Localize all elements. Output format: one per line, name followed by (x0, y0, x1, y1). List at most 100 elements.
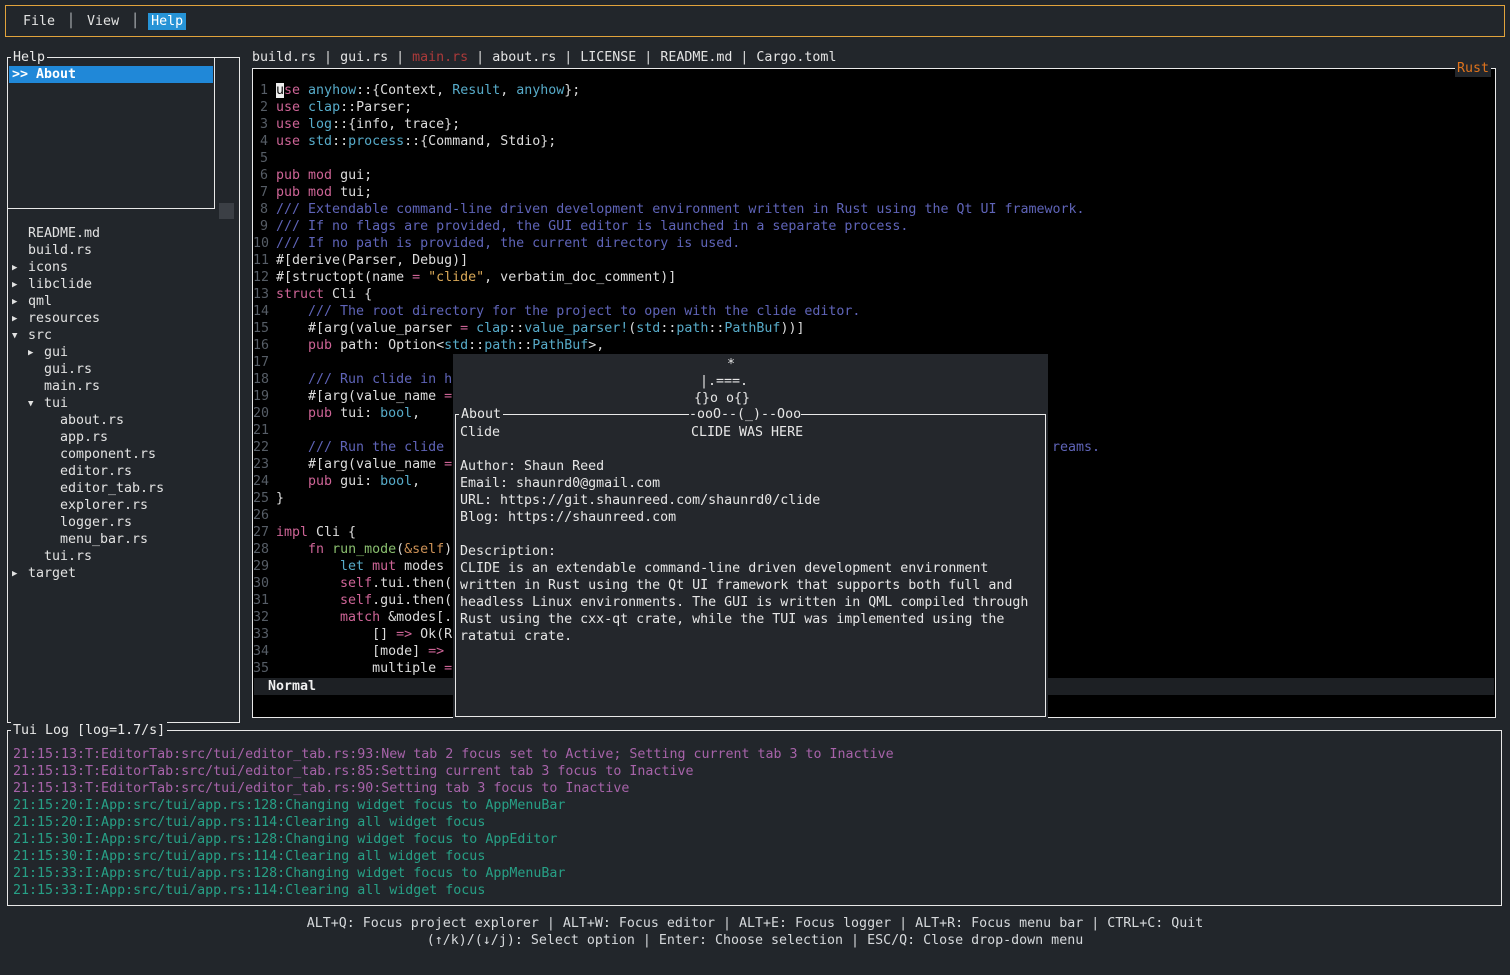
menu-item-file[interactable]: File (20, 13, 58, 30)
code-token (324, 542, 332, 557)
code-token: Ok(R (412, 627, 452, 642)
code-token: match (340, 610, 380, 625)
line-number: 9 (253, 218, 268, 235)
code-line-2[interactable]: 2use clap::Parser; (253, 99, 1495, 116)
code-token (300, 185, 308, 200)
code-token: path (676, 321, 708, 336)
code-line-4[interactable]: 4use std::process::{Command, Stdio}; (253, 133, 1495, 150)
code-line-10[interactable]: 10/// If no path is provided, the curren… (253, 235, 1495, 252)
line-number: 7 (253, 184, 268, 201)
tree-item-icons[interactable]: ▶icons (12, 259, 68, 276)
tab-main.rs[interactable]: main.rs (412, 50, 468, 65)
log-entry: 21:15:30:I:App:src/tui/app.rs:128:Changi… (13, 831, 557, 848)
log-entry: 21:15:20:I:App:src/tui/app.rs:114:Cleari… (13, 814, 485, 831)
tab-separator: | (324, 50, 332, 65)
tree-item-explorer-rs[interactable]: explorer.rs (60, 497, 148, 514)
code-line-14[interactable]: 14 /// The root directory for the projec… (253, 303, 1495, 320)
line-number: 30 (253, 575, 268, 592)
help-menu-item-about[interactable]: >> About (9, 66, 213, 83)
tree-item-tui-rs[interactable]: tui.rs (44, 548, 92, 565)
code-token: clap (308, 100, 340, 115)
tree-item-libclide[interactable]: ▶libclide (12, 276, 92, 293)
tree-item-resources[interactable]: ▶resources (12, 310, 100, 327)
line-number: 18 (253, 371, 268, 388)
chevron-down-icon: ▼ (28, 396, 44, 413)
code-token: :: (332, 134, 348, 149)
chevron-right-icon: ▶ (12, 260, 28, 277)
tab-about.rs[interactable]: about.rs (492, 50, 556, 65)
tree-item-gui-rs[interactable]: gui.rs (44, 361, 92, 378)
code-line-8[interactable]: 8/// Extendable command-line driven deve… (253, 201, 1495, 218)
tree-item-gui[interactable]: ▶gui (28, 344, 68, 361)
code-token: tui: (332, 406, 380, 421)
code-line-6[interactable]: 6pub mod gui; (253, 167, 1495, 184)
code-line-9[interactable]: 9/// If no flags are provided, the GUI e… (253, 218, 1495, 235)
code-line-7[interactable]: 7pub mod tui; (253, 184, 1495, 201)
code-token: struct (276, 287, 324, 302)
tree-item-label: about.rs (60, 413, 124, 428)
code-token: value_parser! (524, 321, 628, 336)
tree-item-build-rs[interactable]: build.rs (28, 242, 92, 259)
code-line-1[interactable]: 1use anyhow::{Context, Result, anyhow}; (253, 82, 1495, 99)
tree-item-label: editor.rs (60, 464, 132, 479)
tree-item-main-rs[interactable]: main.rs (44, 378, 100, 395)
code-token (364, 559, 372, 574)
code-token: self (340, 593, 372, 608)
line-number: 26 (253, 507, 268, 524)
tab-gui.rs[interactable]: gui.rs (340, 50, 388, 65)
tree-item-src[interactable]: ▼src (12, 327, 52, 344)
code-line-15[interactable]: 15 #[arg(value_parser = clap::value_pars… (253, 320, 1495, 337)
tree-item-editor-tab-rs[interactable]: editor_tab.rs (60, 480, 164, 497)
tree-item-menu-bar-rs[interactable]: menu_bar.rs (60, 531, 148, 548)
tab-cargo.toml[interactable]: Cargo.toml (756, 50, 836, 65)
tree-item-label: logger.rs (60, 515, 132, 530)
tab-readme.md[interactable]: README.md (660, 50, 732, 65)
code-token: , verbatim_doc_comment)] (484, 270, 676, 285)
tree-item-about-rs[interactable]: about.rs (60, 412, 124, 429)
tree-item-tui[interactable]: ▼tui (28, 395, 68, 412)
code-token: "clide" (428, 270, 484, 285)
menu-item-help[interactable]: Help (148, 13, 186, 30)
line-number: 6 (253, 167, 268, 184)
code-token: >, (588, 338, 604, 353)
tree-item-logger-rs[interactable]: logger.rs (60, 514, 132, 531)
code-line-16[interactable]: 16 pub path: Option<std::path::PathBuf>, (253, 337, 1495, 354)
about-body-line: ratatui crate. (460, 628, 572, 645)
code-token: [mode] (276, 644, 428, 659)
code-line-12[interactable]: 12#[structopt(name = "clide", verbatim_d… (253, 269, 1495, 286)
code-token: , (412, 474, 420, 489)
code-token: ( (396, 542, 404, 557)
about-body-line: URL: https://git.shaunreed.com/shaunrd0/… (460, 492, 820, 509)
tab-separator: | (396, 50, 404, 65)
code-line-13[interactable]: 13struct Cli { (253, 286, 1495, 303)
tab-license[interactable]: LICENSE (580, 50, 636, 65)
code-token: ::{ (356, 83, 380, 98)
code-token (300, 100, 308, 115)
tree-item-component-rs[interactable]: component.rs (60, 446, 156, 463)
code-line-11[interactable]: 11#[derive(Parser, Debug)] (253, 252, 1495, 269)
code-token: &modes[. (380, 610, 452, 625)
line-number: 28 (253, 541, 268, 558)
tree-item-label: gui.rs (44, 362, 92, 377)
code-token: = (460, 321, 468, 336)
code-token: Parser; (356, 100, 412, 115)
code-line-5[interactable]: 5 (253, 150, 1495, 167)
vim-mode-indicator: Normal (254, 679, 316, 694)
tree-item-qml[interactable]: ▶qml (12, 293, 52, 310)
tree-item-editor-rs[interactable]: editor.rs (60, 463, 132, 480)
code-token (276, 593, 340, 608)
tree-item-target[interactable]: ▶target (12, 565, 76, 582)
tree-item-readme-md[interactable]: README.md (28, 225, 100, 242)
tab-build.rs[interactable]: build.rs (252, 50, 316, 65)
about-dialog-box: About -ooO--(_)--Ooo Clide CLIDE WAS HER… (455, 414, 1046, 717)
code-line-3[interactable]: 3use log::{info, trace}; (253, 116, 1495, 133)
explorer-scrollbar-thumb[interactable] (219, 203, 234, 219)
code-token: &self (404, 542, 444, 557)
tree-item-app-rs[interactable]: app.rs (60, 429, 108, 446)
code-token (276, 610, 340, 625)
app-name-label: Clide (460, 424, 500, 441)
code-token (300, 134, 308, 149)
menu-bar: File│View│Help (5, 5, 1505, 37)
code-token: Cli { (324, 287, 372, 302)
menu-item-view[interactable]: View (84, 13, 122, 30)
